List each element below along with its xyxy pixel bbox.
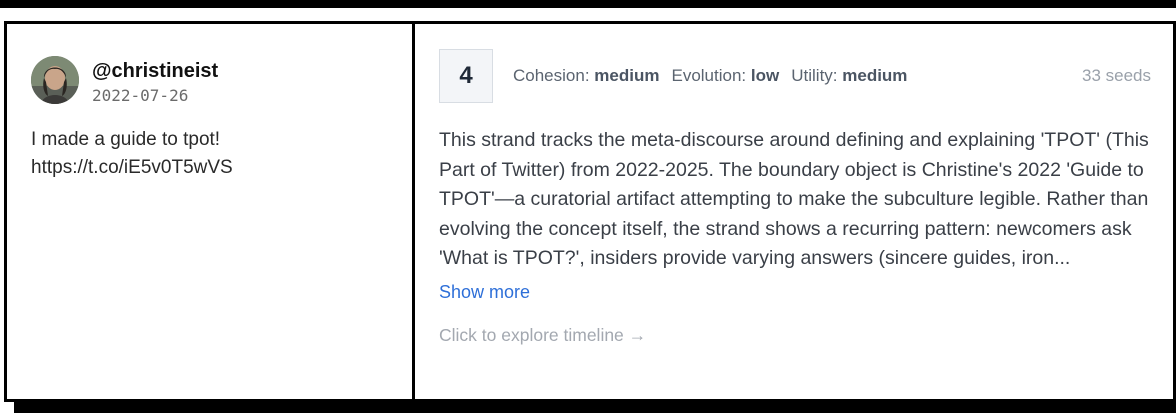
tweet-text: I made a guide to tpot! https://t.co/iE5… — [31, 129, 233, 178]
cohesion-label: Cohesion: — [513, 66, 590, 85]
cohesion-metric: Cohesion: medium — [513, 66, 659, 86]
strand-header: 4 Cohesion: medium Evolution: low Utilit… — [439, 48, 1151, 104]
explore-timeline-link[interactable]: Click to explore timeline → — [439, 325, 1151, 346]
utility-value: medium — [842, 66, 908, 85]
strand-rank-badge: 4 — [439, 49, 493, 103]
cohesion-value: medium — [594, 66, 660, 85]
author-meta: @christineist 2022-07-26 — [92, 56, 218, 106]
tweet-date: 2022-07-26 — [92, 86, 189, 105]
evolution-value: low — [750, 66, 780, 85]
utility-metric: Utility: medium — [791, 66, 907, 86]
strand-details-panel: 4 Cohesion: medium Evolution: low Utilit… — [415, 24, 1173, 399]
utility-label: Utility: — [791, 66, 838, 85]
card-shadow — [14, 401, 1176, 413]
show-more-link[interactable]: Show more — [439, 282, 530, 303]
strand-card[interactable]: @christineist 2022-07-26 I made a guide … — [4, 21, 1176, 402]
evolution-label: Evolution: — [671, 66, 747, 85]
avatar[interactable] — [31, 56, 79, 104]
top-divider-bar — [0, 0, 1176, 8]
avatar-photo-icon — [31, 56, 79, 104]
strand-summary: This strand tracks the meta-discourse ar… — [439, 129, 1149, 269]
author-row: @christineist 2022-07-26 — [31, 56, 412, 106]
seed-count: 33 seeds — [1082, 66, 1151, 85]
author-handle[interactable]: @christineist — [92, 59, 218, 83]
seed-tweet-panel: @christineist 2022-07-26 I made a guide … — [7, 24, 415, 399]
evolution-metric: Evolution: low — [671, 66, 779, 86]
